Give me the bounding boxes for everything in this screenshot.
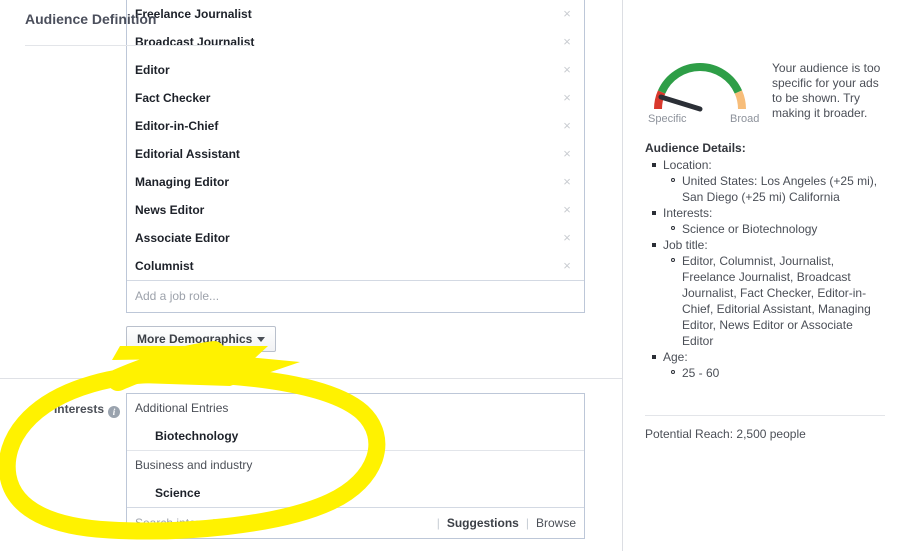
- chevron-down-icon: [257, 337, 266, 343]
- suggestions-link[interactable]: Suggestions: [447, 516, 519, 530]
- job-role-label: News Editor: [135, 203, 205, 217]
- job-role-label: Managing Editor: [135, 175, 229, 189]
- close-icon[interactable]: ×: [560, 0, 574, 28]
- job-role-input-placeholder: Add a job role...: [135, 289, 220, 303]
- section-divider: [0, 378, 622, 379]
- audience-detail-label: Job title:: [663, 238, 708, 252]
- job-role-row: Broadcast Journalist ×: [127, 28, 584, 56]
- interest-group: Additional Entries Biotechnology: [127, 394, 584, 450]
- gauge-specific-label: Specific: [648, 113, 687, 125]
- audience-gauge-message: Your audience is too specific for your a…: [772, 61, 881, 120]
- potential-reach: Potential Reach: 2,500 people: [645, 427, 806, 441]
- square-bullet-icon: [652, 163, 656, 167]
- more-demographics-label: More Demographics: [137, 332, 253, 346]
- audience-detail-values: Editor, Columnist, Journalist, Freelance…: [663, 253, 885, 349]
- job-role-row: Managing Editor ×: [127, 168, 584, 196]
- interest-group-header: Additional Entries: [135, 401, 229, 415]
- circle-bullet-icon: [671, 226, 675, 230]
- job-role-label: Associate Editor: [135, 231, 230, 245]
- job-role-row: Columnist ×: [127, 252, 584, 280]
- job-role-row: Editor-in-Chief ×: [127, 112, 584, 140]
- separator: |: [525, 516, 529, 530]
- square-bullet-icon: [652, 355, 656, 359]
- separator: |: [436, 516, 440, 530]
- close-icon[interactable]: ×: [560, 28, 574, 56]
- gauge-broad-label: Broad: [730, 113, 760, 125]
- job-role-label: Fact Checker: [135, 91, 211, 105]
- close-icon[interactable]: ×: [560, 224, 574, 252]
- audience-details-list: Location: United States: Los Angeles (+25…: [645, 157, 885, 381]
- job-role-label: Editor: [135, 63, 170, 77]
- audience-definition-title: Audience Definition: [25, 11, 157, 27]
- job-role-label: Editorial Assistant: [135, 147, 240, 161]
- interests-groups: Additional Entries Biotechnology Business …: [127, 394, 584, 507]
- interest-group-header: Business and industry: [135, 458, 253, 472]
- audience-detail-group: Interests: Science or Biotechnology: [652, 205, 885, 237]
- close-icon[interactable]: ×: [560, 140, 574, 168]
- divider: [645, 415, 885, 416]
- job-role-row: Editorial Assistant ×: [127, 140, 584, 168]
- audience-detail-values: Science or Biotechnology: [663, 221, 885, 237]
- audience-detail-group: Job title: Editor, Columnist, Journalist,…: [652, 237, 885, 349]
- audience-detail-value-text: Science or Biotechnology: [682, 222, 818, 236]
- audience-detail-group: Location: United States: Los Angeles (+25…: [652, 157, 885, 205]
- job-role-row: Editor ×: [127, 56, 584, 84]
- targeting-form-column: Freelance Journalist × Broadcast Journalis…: [0, 0, 622, 551]
- circle-bullet-icon: [671, 258, 675, 262]
- close-icon[interactable]: ×: [560, 56, 574, 84]
- interests-actions: | Suggestions | Browse: [430, 508, 576, 538]
- audience-detail-values: United States: Los Angeles (+25 mi), San…: [663, 173, 885, 205]
- square-bullet-icon: [652, 243, 656, 247]
- audience-detail-label: Interests:: [663, 206, 713, 220]
- job-role-row: Freelance Journalist ×: [127, 0, 584, 28]
- audience-detail-value-text: 25 - 60: [682, 366, 720, 380]
- search-interests-input-placeholder: Search interests: [135, 516, 222, 530]
- job-role-row: News Editor ×: [127, 196, 584, 224]
- audience-detail-label: Location:: [663, 158, 712, 172]
- job-roles-list: Freelance Journalist × Broadcast Journalis…: [127, 0, 584, 280]
- job-roles-panel: Freelance Journalist × Broadcast Journalis…: [126, 0, 585, 313]
- audience-detail-label: Age:: [663, 350, 688, 364]
- audience-detail-value: Science or Biotechnology: [671, 221, 885, 237]
- close-icon[interactable]: ×: [560, 84, 574, 112]
- audience-detail-group: Age: 25 - 60: [652, 349, 885, 381]
- job-role-row: Fact Checker ×: [127, 84, 584, 112]
- interests-search-row[interactable]: Search interests | Suggestions | Browse: [127, 507, 584, 538]
- interests-panel: Additional Entries Biotechnology Business …: [126, 393, 585, 539]
- interest-item[interactable]: Science: [127, 479, 584, 507]
- job-role-row: Associate Editor ×: [127, 224, 584, 252]
- interest-item[interactable]: Biotechnology: [127, 422, 584, 450]
- job-role-label: Editor-in-Chief: [135, 119, 219, 133]
- job-role-input[interactable]: Add a job role...: [127, 280, 584, 312]
- close-icon[interactable]: ×: [560, 252, 574, 280]
- job-role-label: Broadcast Journalist: [135, 35, 255, 49]
- audience-detail-value-text: Editor, Columnist, Journalist, Freelance…: [682, 254, 871, 348]
- close-icon[interactable]: ×: [560, 168, 574, 196]
- audience-detail-values: 25 - 60: [663, 365, 885, 381]
- browse-link[interactable]: Browse: [536, 516, 576, 530]
- close-icon[interactable]: ×: [560, 112, 574, 140]
- job-role-label: Columnist: [135, 259, 194, 273]
- more-demographics-button[interactable]: More Demographics: [126, 326, 277, 352]
- audience-detail-value-text: United States: Los Angeles (+25 mi), San…: [682, 174, 878, 204]
- divider: [25, 45, 252, 46]
- audience-details-title: Audience Details:: [645, 141, 746, 155]
- interest-group: Business and industry Science: [127, 450, 584, 507]
- circle-bullet-icon: [671, 370, 675, 374]
- square-bullet-icon: [652, 211, 656, 215]
- interests-label-text: Interests: [53, 402, 104, 416]
- close-icon[interactable]: ×: [560, 196, 574, 224]
- audience-detail-value: 25 - 60: [671, 365, 885, 381]
- circle-bullet-icon: [671, 178, 675, 182]
- interests-label: Interests i: [48, 402, 120, 418]
- audience-gauge: [654, 63, 746, 112]
- audience-detail-value: United States: Los Angeles (+25 mi), San…: [671, 173, 885, 205]
- audience-detail-value: Editor, Columnist, Journalist, Freelance…: [671, 253, 885, 349]
- info-icon[interactable]: i: [108, 406, 120, 418]
